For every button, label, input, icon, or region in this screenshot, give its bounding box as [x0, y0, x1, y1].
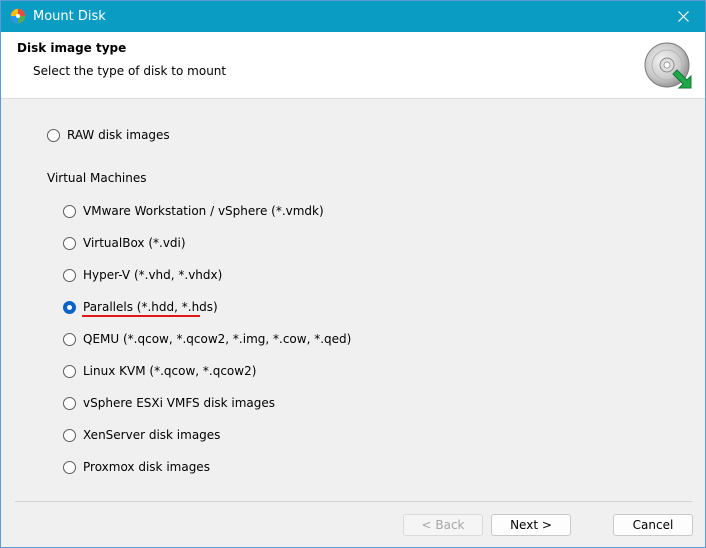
next-button[interactable]: Next >	[491, 514, 571, 536]
radio-label: Proxmox disk images	[83, 460, 210, 474]
radio-parallels[interactable]: Parallels (*.hdd, *.hds)	[63, 297, 218, 317]
radio-label: Linux KVM (*.qcow, *.qcow2)	[83, 364, 257, 378]
radio-xenserver[interactable]: XenServer disk images	[63, 425, 220, 445]
group-label-virtual-machines: Virtual Machines	[47, 171, 147, 185]
radio-label: Parallels (*.hdd, *.hds)	[83, 300, 218, 314]
radio-vsphere-esxi-vmfs[interactable]: vSphere ESXi VMFS disk images	[63, 393, 275, 413]
radio-virtualbox[interactable]: VirtualBox (*.vdi)	[63, 233, 186, 253]
header-subtitle: Select the type of disk to mount	[33, 64, 227, 78]
wizard-header: Disk image type Select the type of disk …	[1, 32, 705, 99]
header-title: Disk image type	[17, 41, 127, 55]
radio-button[interactable]	[63, 364, 76, 378]
radio-linux-kvm[interactable]: Linux KVM (*.qcow, *.qcow2)	[63, 361, 256, 381]
radio-label: XenServer disk images	[83, 428, 221, 442]
radio-button[interactable]	[63, 204, 76, 218]
cancel-button[interactable]: Cancel	[613, 514, 693, 536]
radio-qemu[interactable]: QEMU (*.qcow, *.qcow2, *.img, *.cow, *.q…	[63, 329, 351, 349]
radio-label: vSphere ESXi VMFS disk images	[83, 396, 276, 410]
radio-label: QEMU (*.qcow, *.qcow2, *.img, *.cow, *.q…	[83, 332, 352, 346]
radio-button[interactable]	[63, 332, 76, 346]
selection-highlight-underline	[82, 315, 200, 317]
close-icon	[677, 11, 689, 22]
radio-button[interactable]	[63, 236, 76, 250]
radio-button[interactable]	[63, 460, 76, 474]
radio-proxmox[interactable]: Proxmox disk images	[63, 457, 210, 477]
disk-mount-icon	[644, 42, 692, 89]
footer-separator	[15, 501, 692, 502]
radio-label: Hyper-V (*.vhd, *.vhdx)	[83, 268, 223, 282]
app-icon	[10, 8, 26, 24]
radio-label: VMware Workstation / vSphere (*.vmdk)	[83, 204, 324, 218]
radio-button[interactable]	[63, 268, 76, 282]
radio-button[interactable]	[47, 128, 60, 142]
radio-button-selected[interactable]	[63, 300, 76, 314]
radio-hyper-v[interactable]: Hyper-V (*.vhd, *.vhdx)	[63, 265, 222, 285]
radio-raw-disk-images[interactable]: RAW disk images	[47, 125, 170, 145]
radio-label: VirtualBox (*.vdi)	[83, 236, 186, 250]
radio-button[interactable]	[63, 428, 76, 442]
radio-label: RAW disk images	[67, 128, 170, 142]
radio-vmware[interactable]: VMware Workstation / vSphere (*.vmdk)	[63, 201, 324, 221]
options-panel: RAW disk images Virtual Machines VMware …	[1, 99, 705, 499]
close-button[interactable]	[661, 1, 705, 32]
mount-disk-window: Mount Disk Disk image type Select the ty…	[0, 0, 706, 548]
title-bar[interactable]: Mount Disk	[1, 1, 705, 32]
window-title: Mount Disk	[33, 9, 106, 24]
back-button[interactable]: < Back	[403, 514, 483, 536]
radio-button[interactable]	[63, 396, 76, 410]
